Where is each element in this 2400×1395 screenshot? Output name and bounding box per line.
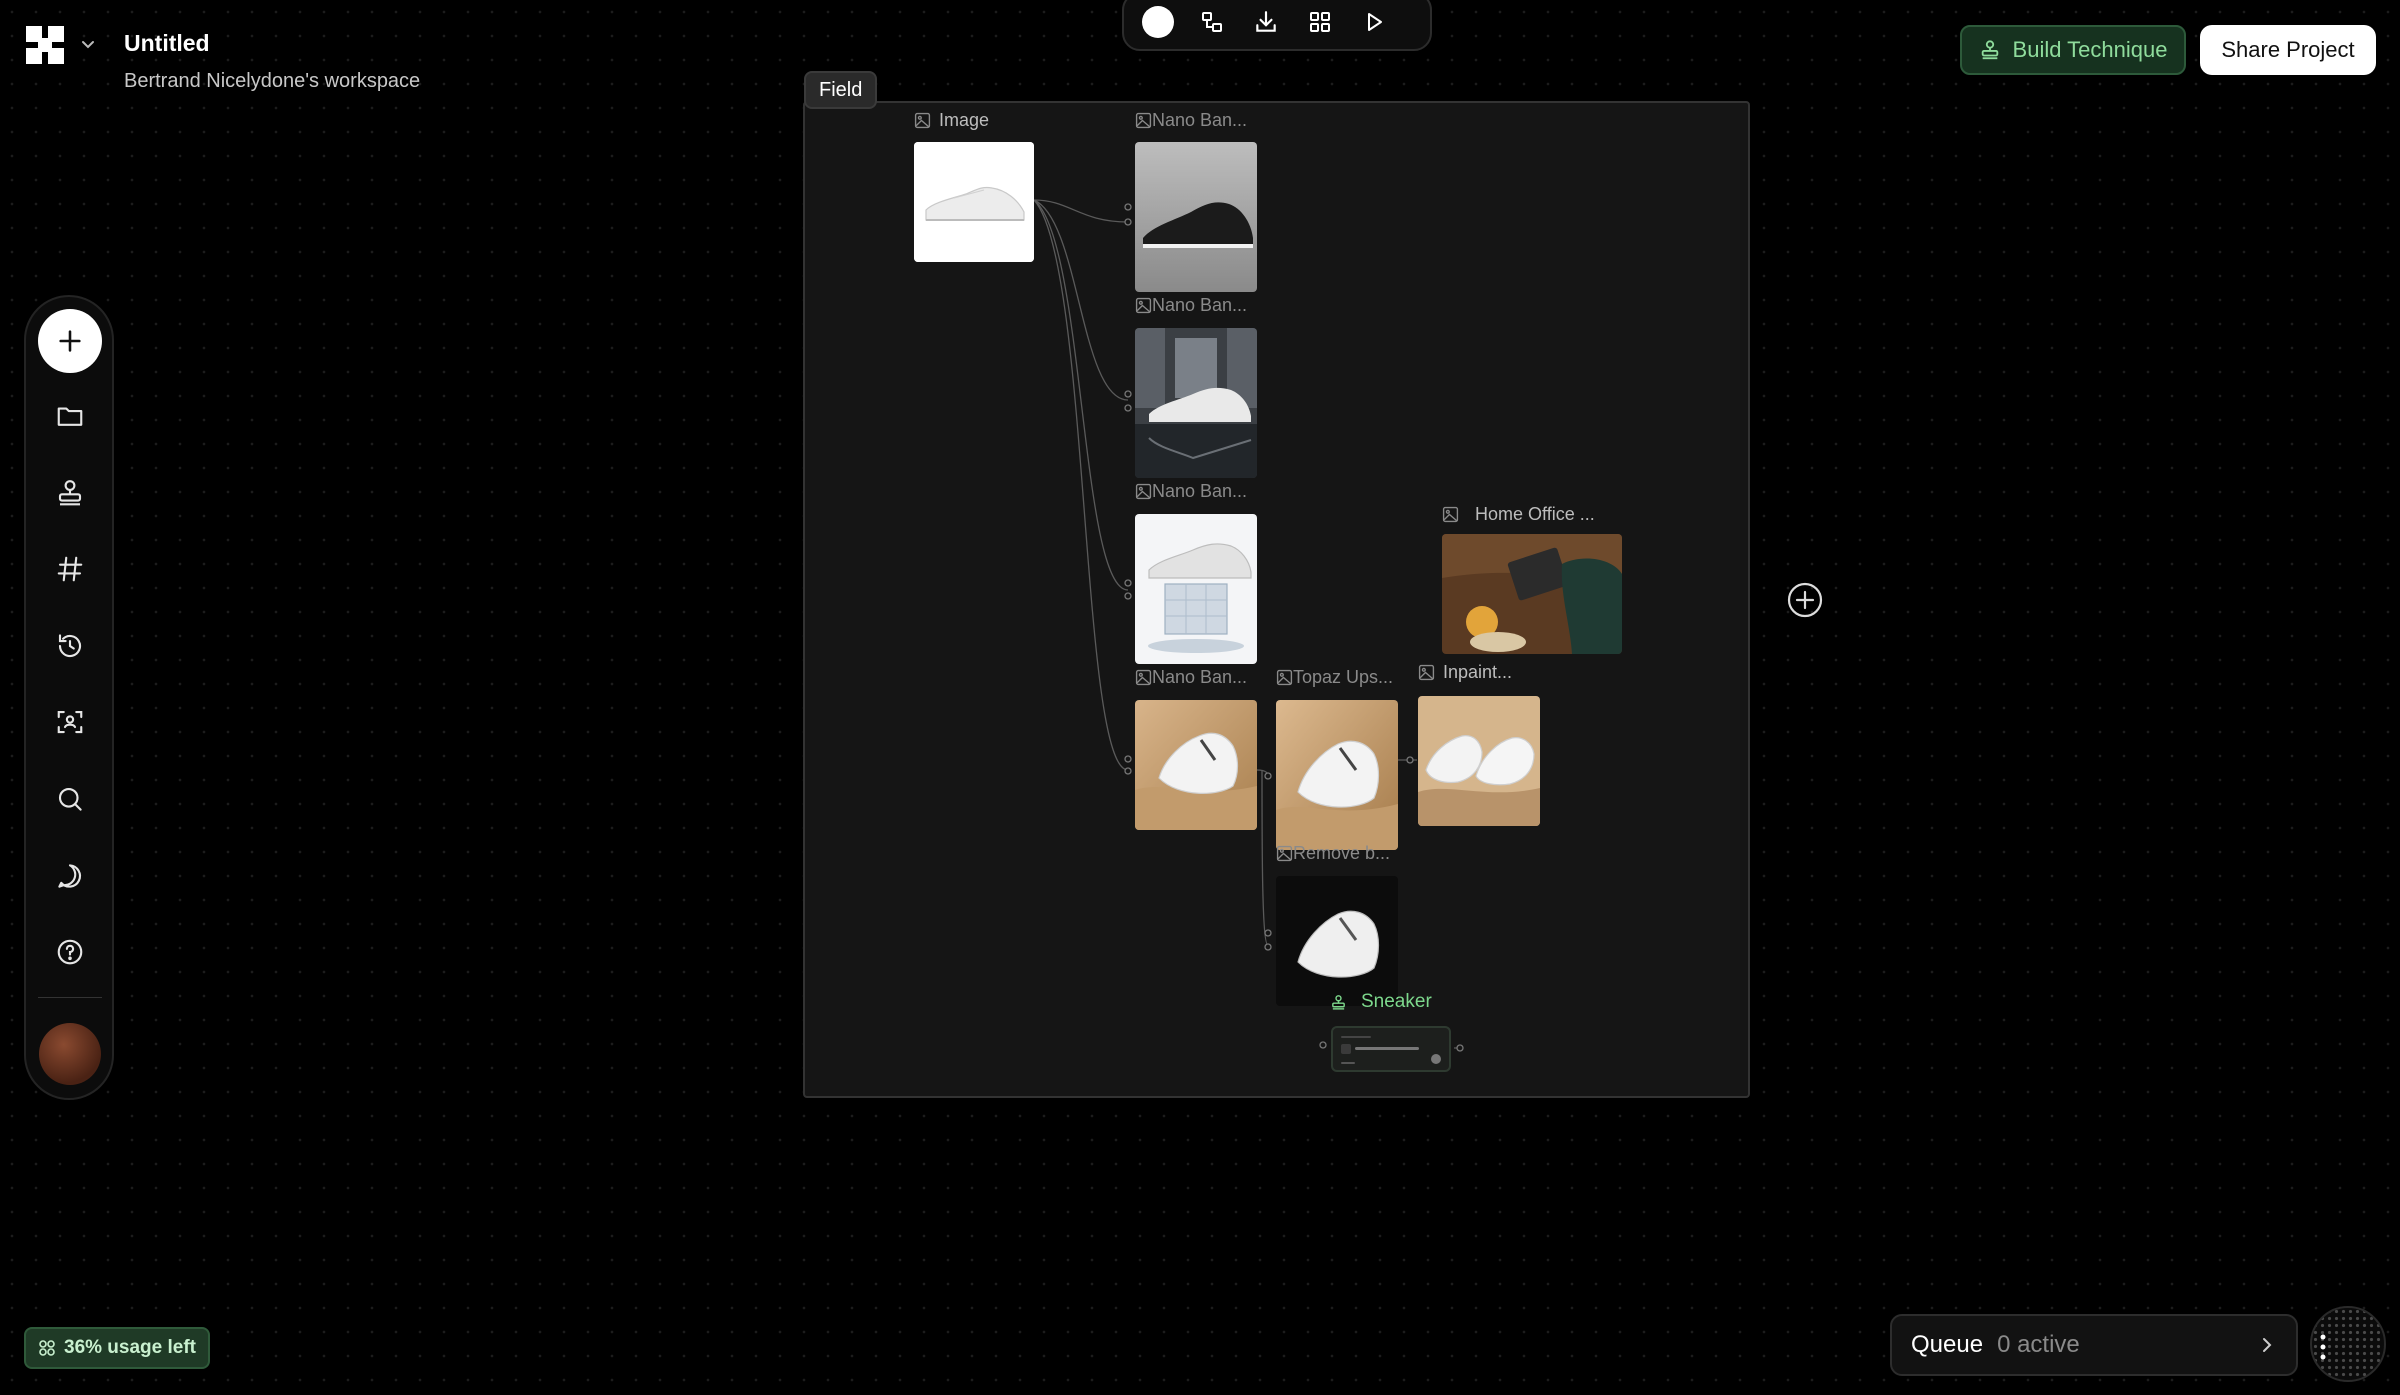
chat-icon[interactable] bbox=[51, 857, 89, 895]
folder-icon[interactable] bbox=[51, 397, 89, 435]
nano-3-thumbnail[interactable] bbox=[1135, 514, 1257, 664]
image-icon bbox=[1135, 297, 1152, 314]
dot-grid-menu-button[interactable] bbox=[2310, 1306, 2386, 1382]
image-icon bbox=[914, 112, 931, 129]
left-sidebar bbox=[24, 295, 114, 1100]
download-icon[interactable] bbox=[1250, 6, 1282, 38]
hash-icon[interactable] bbox=[51, 550, 89, 588]
share-project-button[interactable]: Share Project bbox=[2200, 25, 2376, 75]
chevron-down-icon[interactable] bbox=[78, 34, 98, 54]
nano-4-thumbnail[interactable] bbox=[1135, 700, 1257, 830]
image-icon bbox=[1276, 669, 1293, 686]
build-technique-button[interactable]: Build Technique bbox=[1960, 25, 2186, 75]
add-node-icon[interactable] bbox=[1786, 581, 1824, 619]
node-label-sneaker: Sneaker bbox=[1330, 991, 1432, 1013]
color-picker-button[interactable] bbox=[1142, 5, 1174, 38]
node-label-topaz: Topaz Ups... bbox=[1276, 667, 1393, 688]
node-label-nano-4: Nano Ban... bbox=[1135, 667, 1247, 688]
topaz-thumbnail[interactable] bbox=[1276, 700, 1398, 850]
image-icon bbox=[1135, 483, 1152, 500]
queue-label: Queue bbox=[1911, 1331, 1984, 1358]
inpaint-thumbnail[interactable] bbox=[1418, 696, 1540, 826]
plus-icon bbox=[59, 330, 81, 352]
stamp-icon[interactable] bbox=[51, 474, 89, 512]
scan-icon[interactable] bbox=[51, 703, 89, 741]
avatar[interactable] bbox=[39, 1023, 101, 1085]
app-logo-icon[interactable] bbox=[24, 24, 66, 66]
sidebar-divider bbox=[38, 997, 102, 998]
stamp-icon bbox=[1332, 994, 1345, 1010]
build-technique-label: Build Technique bbox=[2012, 37, 2168, 62]
remove-bg-thumbnail[interactable] bbox=[1276, 876, 1398, 1006]
image-icon bbox=[1135, 112, 1152, 129]
help-icon[interactable] bbox=[51, 933, 89, 971]
top-toolbar bbox=[1122, 0, 1432, 51]
node-label-image: Image bbox=[914, 110, 989, 131]
stamp-icon bbox=[1981, 40, 1998, 60]
workspace-name: Bertrand Nicelydone's workspace bbox=[124, 70, 421, 92]
kebab-menu-icon bbox=[2320, 1334, 2326, 1360]
add-button[interactable] bbox=[38, 309, 102, 373]
chevron-right-icon[interactable] bbox=[2256, 1334, 2278, 1356]
image-node-thumbnail[interactable] bbox=[914, 142, 1034, 262]
search-icon[interactable] bbox=[51, 780, 89, 818]
layout-icon[interactable] bbox=[1196, 6, 1228, 38]
node-label-nano-2: Nano Ban... bbox=[1135, 295, 1247, 316]
queue-count: 0 active bbox=[1997, 1331, 2080, 1358]
image-icon bbox=[1442, 506, 1459, 523]
nano-1-thumbnail[interactable] bbox=[1135, 142, 1257, 292]
document-title[interactable]: Untitled bbox=[124, 30, 210, 57]
field-group-label[interactable]: Field bbox=[804, 71, 878, 109]
node-label-inpaint: Inpaint... bbox=[1418, 662, 1512, 683]
image-icon bbox=[1418, 664, 1435, 681]
image-icon bbox=[1135, 669, 1152, 686]
image-icon bbox=[1276, 845, 1293, 862]
usage-badge[interactable]: 36% usage left bbox=[24, 1327, 210, 1369]
home-office-thumbnail[interactable] bbox=[1442, 534, 1622, 654]
queue-panel[interactable]: Queue 0 active bbox=[1890, 1314, 2298, 1376]
sneaker-technique-card[interactable] bbox=[1331, 1026, 1451, 1072]
grid-icon[interactable] bbox=[1304, 6, 1336, 38]
node-label-remove-bg: Remove b... bbox=[1276, 843, 1390, 864]
play-icon[interactable] bbox=[1358, 6, 1390, 38]
history-icon[interactable] bbox=[51, 627, 89, 665]
grid-dots-icon bbox=[39, 1340, 55, 1356]
node-label-home-office: Home Office ... bbox=[1442, 504, 1595, 525]
node-label-nano-3: Nano Ban... bbox=[1135, 481, 1247, 502]
node-label-nano-1: Nano Ban... bbox=[1135, 110, 1247, 131]
nano-2-thumbnail[interactable] bbox=[1135, 328, 1257, 478]
